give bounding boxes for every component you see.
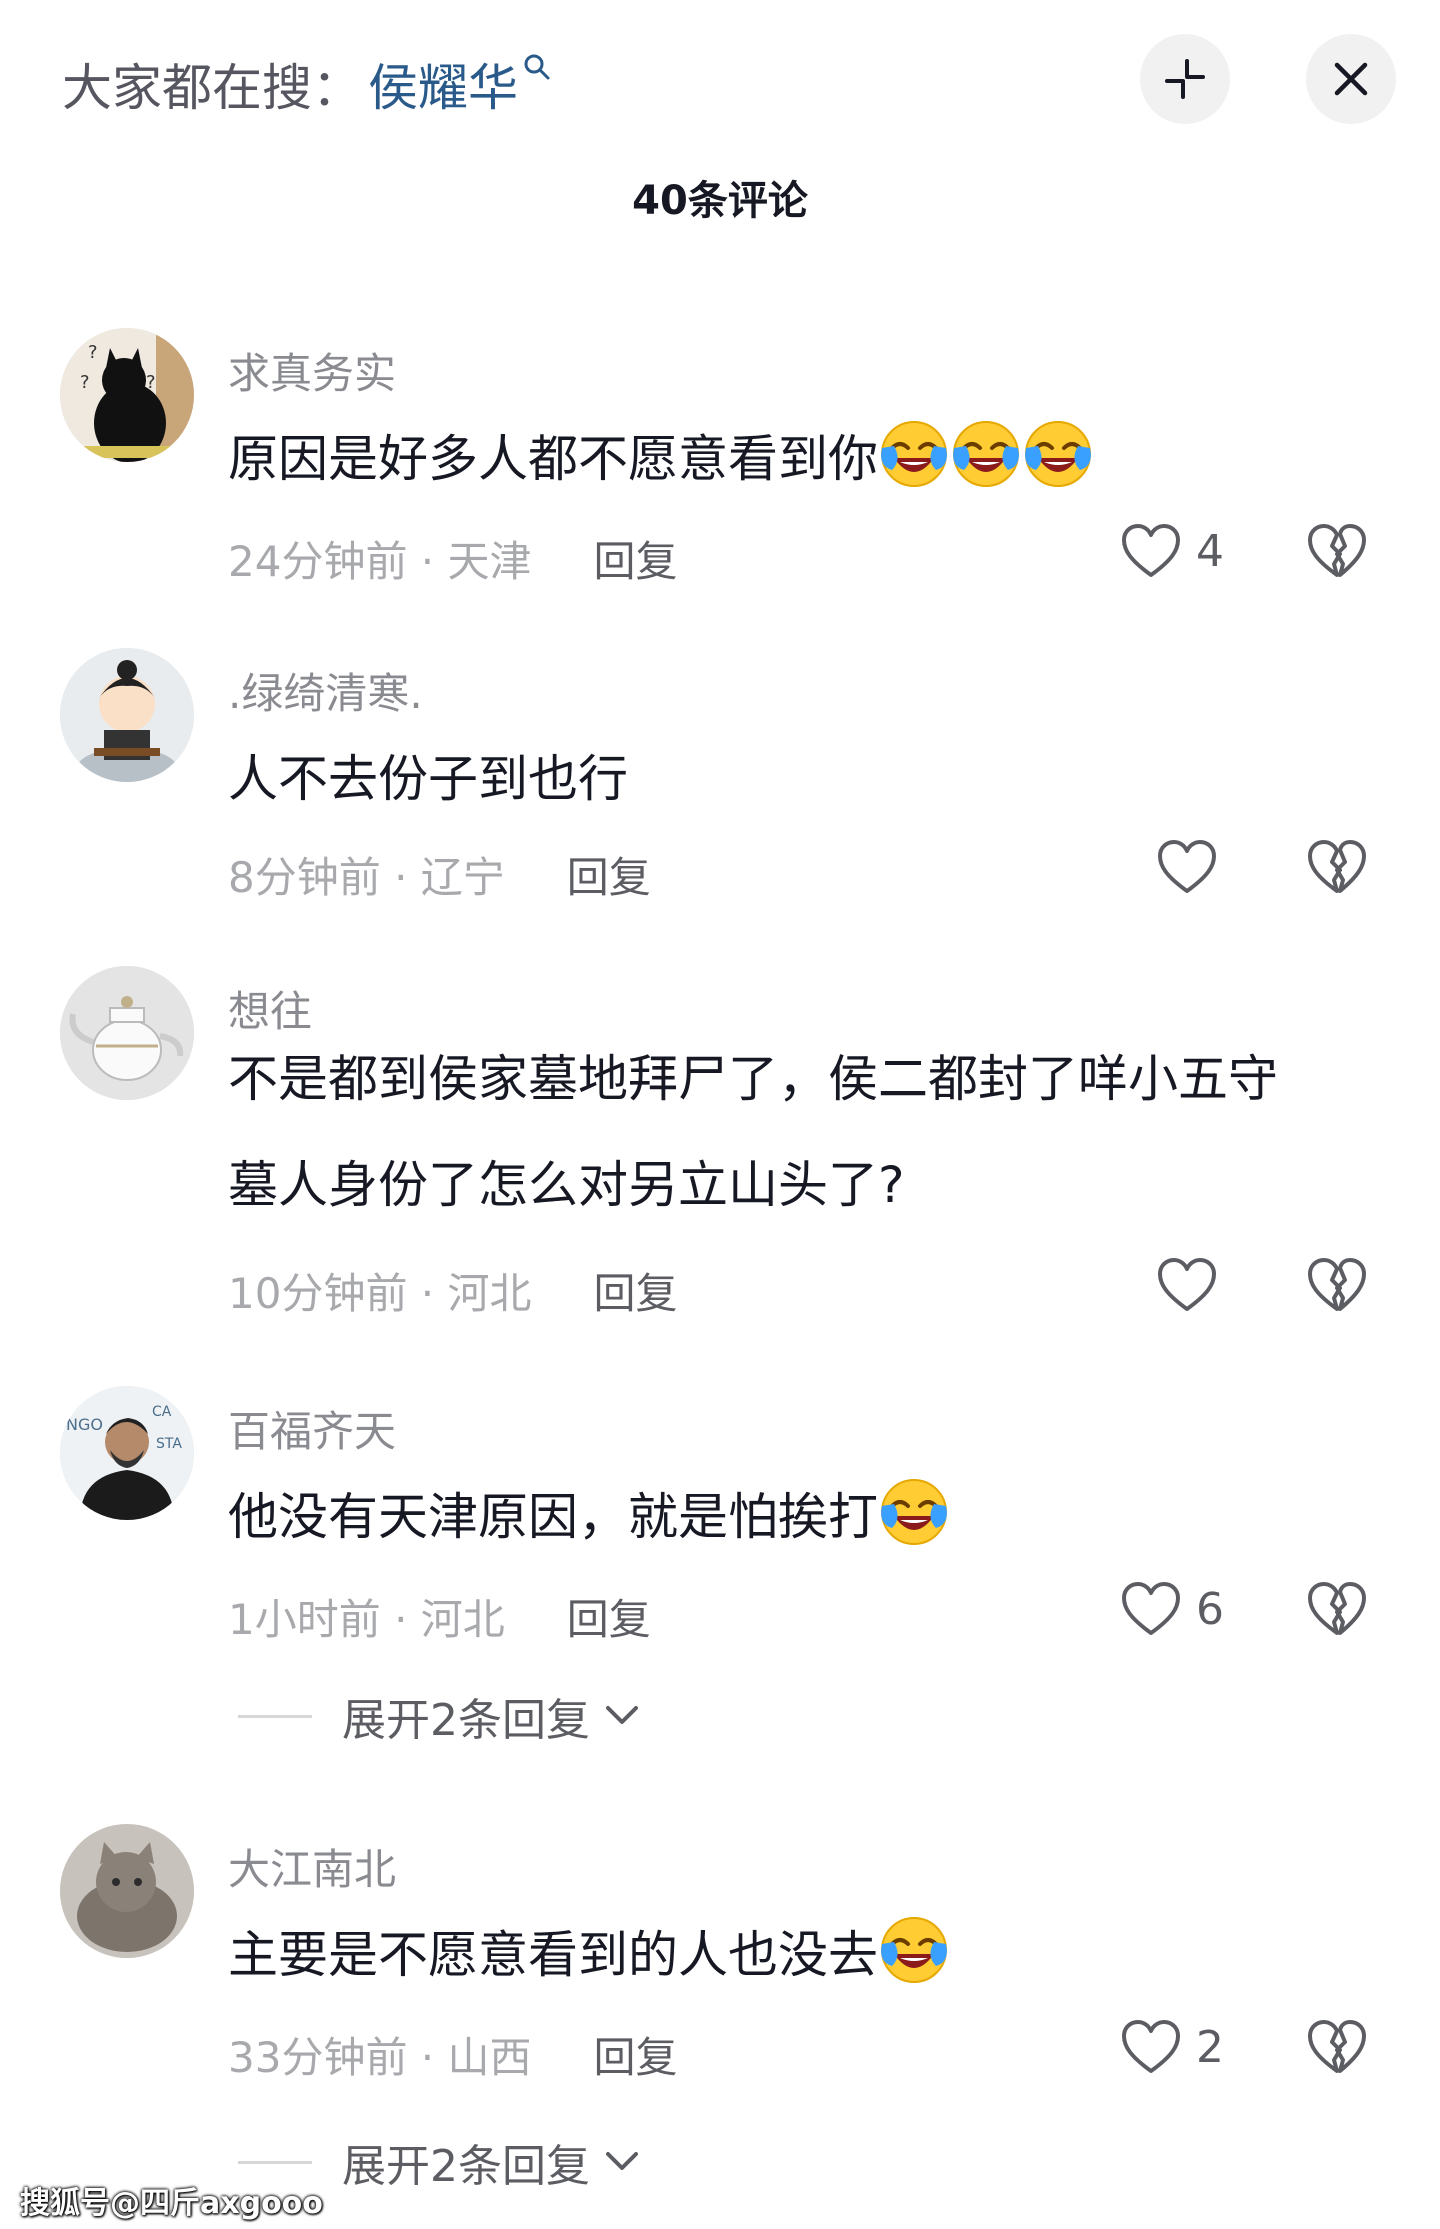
comment-username[interactable]: 百福齐天 — [228, 1398, 396, 1459]
comment-text-body: 原因是好多人都不愿意看到你 — [228, 430, 878, 488]
avatar[interactable] — [60, 648, 194, 782]
broken-heart-icon[interactable] — [1306, 1580, 1368, 1638]
comment-meta: 10分钟前 · 河北 回复 — [228, 1260, 678, 1321]
heart-icon — [1156, 1256, 1218, 1314]
heart-icon — [1156, 838, 1218, 896]
comment-text-body: 他没有天津原因，就是怕挨打 — [228, 1488, 878, 1546]
watermark: 搜狐号@四斤axgooo — [20, 2186, 323, 2221]
reply-button[interactable]: 回复 — [567, 844, 651, 905]
comment-username[interactable]: 求真务实 — [228, 340, 396, 401]
avatar[interactable]: NGO CA STA — [60, 1386, 194, 1520]
close-button[interactable] — [1306, 34, 1396, 124]
reply-button[interactable]: 回复 — [594, 1260, 678, 1321]
comment-text: 他没有天津原因，就是怕挨打 — [228, 1464, 1358, 1570]
svg-text:STA: STA — [156, 1436, 182, 1452]
reply-button[interactable]: 回复 — [567, 1586, 651, 1647]
reply-button[interactable]: 回复 — [594, 2024, 678, 2085]
like-button[interactable] — [1156, 1256, 1218, 1314]
svg-text:?: ? — [146, 372, 156, 393]
comment-time-location: 8分钟前 · 辽宁 — [228, 853, 505, 902]
chevron-down-icon — [606, 1706, 638, 1724]
like-button[interactable]: 6 — [1120, 1580, 1224, 1638]
like-count: 2 — [1196, 2021, 1224, 2073]
avatar[interactable] — [60, 966, 194, 1100]
svg-text:NGO: NGO — [66, 1415, 103, 1434]
comment-text-line: 不是都到侯家墓地拜尸了，侯二都封了咩小五守 — [228, 1050, 1278, 1108]
comment-username[interactable]: 大江南北 — [228, 1836, 396, 1897]
expand-replies-label: 展开2条回复 — [342, 2141, 590, 2192]
avatar[interactable]: ? ? ? — [60, 328, 194, 462]
laugh-cry-emoji — [878, 1914, 950, 1986]
heart-icon — [1120, 522, 1182, 580]
broken-heart-icon[interactable] — [1306, 522, 1368, 580]
like-button[interactable]: 2 — [1120, 2018, 1224, 2076]
comment-time-location: 24分钟前 · 天津 — [228, 537, 532, 586]
comment-text-body: 主要是不愿意看到的人也没去 — [228, 1926, 878, 1984]
chevron-down-icon — [606, 2152, 638, 2170]
svg-text:CA: CA — [152, 1404, 172, 1420]
comment-text: 不是都到侯家墓地拜尸了，侯二都封了咩小五守 墓人身份了怎么对另立山头了? — [228, 1026, 1358, 1238]
svg-text:?: ? — [80, 372, 90, 393]
comment-meta: 8分钟前 · 辽宁 回复 — [228, 844, 651, 905]
comment-text-line: 墓人身份了怎么对另立山头了? — [228, 1156, 905, 1214]
collapse-icon — [1165, 59, 1205, 99]
search-icon — [524, 54, 550, 80]
svg-text:?: ? — [88, 342, 98, 363]
broken-heart-icon[interactable] — [1306, 838, 1368, 896]
laugh-cry-emoji — [878, 1476, 950, 1548]
laugh-cry-emoji — [950, 418, 1022, 490]
expand-divider — [238, 2160, 312, 2164]
search-hint-term[interactable]: 侯耀华 — [368, 48, 518, 120]
broken-heart-icon[interactable] — [1306, 2018, 1368, 2076]
comment-text-body: 人不去份子到也行 — [228, 750, 628, 808]
like-button[interactable]: 4 — [1120, 522, 1224, 580]
expand-replies-button[interactable]: 展开2条回复 — [238, 1684, 642, 1748]
reply-button[interactable]: 回复 — [594, 528, 678, 589]
comment-count-title: 40条评论 — [632, 178, 808, 224]
laugh-cry-emoji — [1022, 418, 1094, 490]
like-count: 6 — [1196, 1583, 1224, 1635]
expand-replies-label: 展开2条回复 — [342, 1695, 590, 1746]
trending-search-hint[interactable]: 大家都在搜： 侯耀华 — [62, 48, 552, 120]
comment-meta: 33分钟前 · 山西 回复 — [228, 2024, 678, 2085]
comment-text: 主要是不愿意看到的人也没去 — [228, 1902, 1358, 2008]
expand-divider — [238, 1714, 312, 1718]
like-button[interactable] — [1156, 838, 1218, 896]
comment-time-location: 10分钟前 · 河北 — [228, 1269, 532, 1318]
comment-time-location: 1小时前 · 河北 — [228, 1595, 505, 1644]
laugh-cry-emoji — [878, 418, 950, 490]
comment-text: 原因是好多人都不愿意看到你 — [228, 406, 1358, 512]
comment-meta: 1小时前 · 河北 回复 — [228, 1586, 651, 1647]
heart-icon — [1120, 1580, 1182, 1638]
search-hint-prefix: 大家都在搜： — [62, 59, 362, 117]
avatar[interactable] — [60, 1824, 194, 1958]
collapse-button[interactable] — [1140, 34, 1230, 124]
comment-text: 人不去份子到也行 — [228, 726, 1358, 832]
comments-panel: 大家都在搜： 侯耀华 40条评论 ? ? ? 求真务实 原因是好多人都不愿意看到… — [0, 0, 1440, 2229]
comment-username[interactable]: .绿绮清寒. — [228, 660, 423, 721]
like-count: 4 — [1196, 525, 1224, 577]
comment-time-location: 33分钟前 · 山西 — [228, 2033, 532, 2082]
heart-icon — [1120, 2018, 1182, 2076]
broken-heart-icon[interactable] — [1306, 1256, 1368, 1314]
comment-meta: 24分钟前 · 天津 回复 — [228, 528, 678, 589]
close-icon — [1334, 62, 1368, 96]
